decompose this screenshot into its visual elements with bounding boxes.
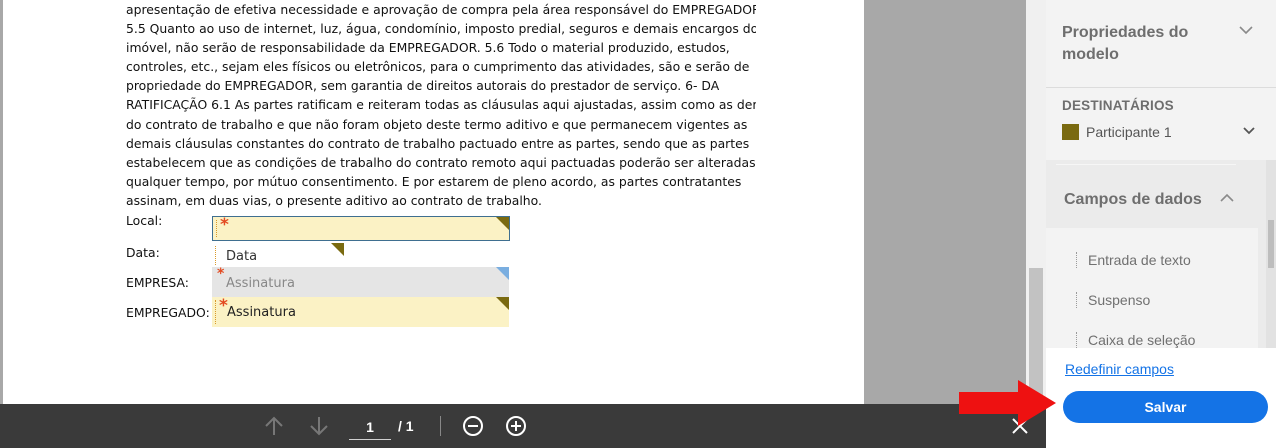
empregado-signature-field[interactable]: * Assinatura (212, 296, 509, 327)
required-marker: * (220, 215, 229, 235)
document-canvas[interactable]: apresentação de efetiva necessidade e ap… (0, 0, 1026, 404)
participant-corner-marker (496, 297, 509, 310)
properties-panel: Propriedades do modelo DESTINATÁRIOS Par… (1046, 0, 1276, 348)
zoom-in-icon (506, 416, 526, 436)
empresa-signature-field[interactable]: * Assinatura (212, 266, 509, 297)
participant-corner-marker (331, 243, 344, 256)
drag-handle (1076, 332, 1077, 348)
previous-page-button[interactable] (262, 414, 286, 438)
zoom-out-icon (463, 416, 483, 436)
document-line: propriedade do EMPREGADOR, sem garantia … (126, 78, 720, 94)
arrow-up-icon (265, 416, 283, 435)
drag-handle (1076, 252, 1077, 268)
recipients-label: DESTINATÁRIOS (1062, 98, 1174, 113)
document-line: assinam, em duas vias, o presente aditiv… (126, 192, 542, 208)
drag-handle (1076, 292, 1077, 308)
date-field[interactable]: Data (212, 243, 344, 268)
panel-scrollbar[interactable] (1266, 160, 1276, 348)
document-line: imóvel, não serão de responsabilidade da… (126, 40, 730, 56)
field-edge (215, 246, 216, 265)
panel-footer: Redefinir campos Salvar (1046, 348, 1276, 448)
arrow-down-icon (310, 417, 328, 436)
field-edge (215, 300, 216, 324)
field-type-checkbox[interactable]: Caixa de seleção (1088, 332, 1195, 348)
data-fields-title[interactable]: Campos de dados (1064, 191, 1202, 209)
signature-placeholder: Assinatura (227, 305, 296, 320)
reset-fields-link[interactable]: Redefinir campos (1065, 361, 1174, 377)
label-data: Data: (126, 245, 160, 260)
save-button[interactable]: Salvar (1063, 391, 1268, 423)
document-line: qualquer tempo, por mútuo consentimento.… (126, 173, 742, 189)
field-type-dropdown[interactable]: Suspenso (1088, 292, 1150, 308)
data-fields-section: Campos de dados Entrada de texto Suspens… (1046, 160, 1276, 348)
label-empresa: EMPRESA: (126, 275, 189, 290)
panel-scrollbar-thumb[interactable] (1268, 220, 1274, 268)
panel-divider (1046, 87, 1276, 88)
panel-divider (1056, 164, 1236, 165)
label-empregado: EMPREGADO: (126, 305, 210, 320)
label-local: Local: (126, 213, 163, 228)
signature-placeholder: Assinatura (226, 276, 295, 291)
document-line: RATIFICAÇÃO 6.1 As partes ratificam e re… (126, 97, 756, 113)
document-line: do contrato de trabalho e que não foram … (126, 116, 748, 132)
participant-corner-marker (496, 267, 509, 280)
chevron-up-icon[interactable] (1219, 193, 1235, 203)
participant-corner-marker (496, 217, 509, 230)
toolbar-divider (440, 416, 441, 436)
next-page-button[interactable] (307, 414, 331, 438)
document-line: 5.5 Quanto ao uso de internet, luz, água… (126, 21, 756, 37)
required-marker: * (217, 266, 225, 282)
red-arrow-annotation (959, 380, 1056, 426)
data-fields-list: Entrada de texto Suspenso Caixa de seleç… (1046, 228, 1258, 348)
page-toolbar: 1 / 1 (0, 404, 1046, 448)
document-line: estabelecem que as condições de trabalho… (126, 154, 756, 170)
local-text-field[interactable]: * (212, 215, 510, 241)
page-number-input[interactable]: 1 (349, 412, 391, 440)
document-page: apresentação de efetiva necessidade e ap… (3, 0, 864, 404)
participant-color-swatch (1062, 124, 1079, 140)
zoom-in-button[interactable] (504, 414, 528, 438)
field-edge (216, 220, 217, 237)
date-field-label: Data (226, 249, 258, 264)
document-line: controles, etc., sejam eles físicos ou e… (126, 59, 750, 75)
document-scrollbar[interactable] (1026, 0, 1046, 404)
template-properties-title[interactable]: Propriedades do modelo (1062, 22, 1212, 66)
document-line: demais cláusulas constantes do contrato … (126, 135, 750, 151)
chevron-down-icon[interactable] (1242, 126, 1256, 136)
zoom-out-button[interactable] (461, 414, 485, 438)
field-type-text-input[interactable]: Entrada de texto (1088, 252, 1191, 268)
participant-select[interactable]: Participante 1 (1086, 124, 1172, 140)
document-line: apresentação de efetiva necessidade e ap… (126, 2, 756, 17)
document-body: apresentação de efetiva necessidade e ap… (126, 0, 756, 210)
chevron-down-icon[interactable] (1238, 24, 1254, 36)
page-total: / 1 (398, 418, 414, 434)
